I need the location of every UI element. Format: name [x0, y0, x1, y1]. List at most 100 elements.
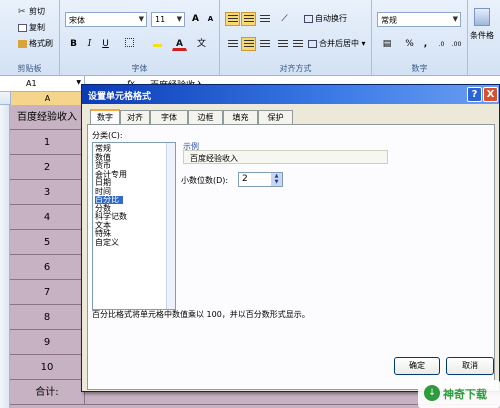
chevron-down-icon: ▼: [138, 15, 144, 23]
phonetic-button[interactable]: 文: [194, 37, 209, 51]
wrap-icon: [304, 14, 313, 23]
fill-color-button[interactable]: [150, 37, 165, 51]
grow-font-button[interactable]: A: [188, 12, 203, 26]
ribbon: ✂ 剪切 复制 格式刷 剪贴板 宋体 ▼ 11 ▼ A A B I U A 文 字体 …: [0, 0, 500, 76]
orientation-icon: ⟋: [281, 14, 288, 24]
increase-decimal-button[interactable]: .0: [434, 37, 449, 51]
decimal-places-label: 小数位数(D):: [181, 176, 229, 185]
table-row[interactable]: 5: [10, 230, 85, 255]
ok-button[interactable]: 确定: [394, 357, 440, 375]
font-name-select[interactable]: 宋体 ▼: [65, 12, 147, 27]
close-button[interactable]: X: [483, 87, 498, 102]
tab-number[interactable]: 数字: [90, 109, 120, 125]
help-button[interactable]: ?: [467, 87, 482, 102]
tab-fill[interactable]: 填充: [223, 110, 258, 124]
decrease-indent-button[interactable]: [275, 37, 290, 51]
align-right-icon: [259, 39, 270, 48]
decrease-decimal-icon: .00: [451, 41, 462, 48]
format-cells-dialog: 设置单元格格式 ? X 数字 对齐 字体 边框 填充 保护 分类(C): 常规数…: [81, 84, 500, 392]
merge-icon: [308, 39, 317, 48]
border-button[interactable]: [122, 37, 137, 51]
table-row[interactable]: 8: [10, 305, 85, 330]
category-label: 分类(C):: [92, 131, 123, 140]
chevron-down-icon: ▼: [176, 15, 182, 23]
cancel-button[interactable]: 取消: [446, 357, 494, 375]
font-size-select[interactable]: 11 ▼: [151, 12, 185, 27]
category-item[interactable]: 百分比: [95, 196, 123, 204]
decimal-spinner[interactable]: ▲ ▼: [271, 173, 282, 186]
align-center-button[interactable]: [241, 37, 256, 51]
shrink-font-button[interactable]: A: [203, 12, 218, 26]
tab-alignment[interactable]: 对齐: [120, 110, 150, 124]
currency-icon: ▤: [382, 39, 392, 49]
increase-indent-button[interactable]: [290, 37, 305, 51]
align-top-icon: [227, 14, 238, 23]
category-item[interactable]: 日期: [95, 179, 111, 187]
cut-button[interactable]: ✂ 剪切: [18, 6, 45, 17]
format-painter-button[interactable]: 格式刷: [18, 38, 53, 49]
number-tab-panel: 分类(C): 常规 数值 货币 会计专用 日期 时间 百分比 分数 科学记数 文本 特殊 自定义 示例…: [87, 124, 495, 390]
fill-bucket-icon: [153, 38, 162, 47]
spin-down-icon: ▼: [274, 179, 279, 185]
italic-button[interactable]: I: [82, 37, 97, 51]
category-item[interactable]: 科学记数: [95, 213, 127, 221]
table-row[interactable]: 6: [10, 255, 85, 280]
align-middle-button[interactable]: [241, 12, 256, 26]
align-right-button[interactable]: [257, 37, 272, 51]
cell-total[interactable]: 合计:: [10, 380, 85, 405]
align-center-icon: [243, 39, 254, 48]
dialog-title: 设置单元格格式: [82, 85, 499, 104]
category-list[interactable]: 常规 数值 货币 会计专用 日期 时间 百分比 分数 科学记数 文本 特殊 自定义: [92, 142, 176, 310]
copy-button[interactable]: 复制: [18, 22, 45, 33]
align-bottom-icon: [259, 14, 270, 23]
align-bottom-button[interactable]: [257, 12, 272, 26]
name-box[interactable]: A1 ▼: [0, 76, 85, 92]
tab-font[interactable]: 字体: [150, 110, 188, 124]
orientation-button[interactable]: ⟋: [277, 12, 292, 26]
merge-center-button[interactable]: 合并后居中 ▾: [308, 38, 366, 49]
align-left-button[interactable]: [225, 37, 240, 51]
row-header-bar: [0, 105, 10, 408]
category-item[interactable]: 特殊: [95, 230, 111, 238]
wrap-text-button[interactable]: 自动换行: [304, 13, 347, 24]
copy-icon: [18, 23, 27, 32]
align-middle-icon: [243, 14, 254, 23]
clipboard-label: 剪贴板: [17, 64, 42, 73]
bold-button[interactable]: B: [66, 37, 81, 51]
underline-button[interactable]: U: [98, 37, 113, 51]
cell-header[interactable]: 百度经验收入: [10, 105, 85, 130]
chevron-down-icon: ▼: [452, 15, 458, 23]
category-item[interactable]: 自定义: [95, 238, 119, 247]
table-row[interactable]: 7: [10, 280, 85, 305]
number-group: 常规 ▼ ▤ % , .0 .00 数字: [372, 0, 468, 76]
alignment-label: 对齐方式: [279, 64, 312, 73]
percent-button[interactable]: %: [402, 37, 417, 51]
outdent-icon: [277, 39, 288, 48]
category-item[interactable]: 常规: [95, 145, 111, 153]
table-row[interactable]: 4: [10, 205, 85, 230]
tab-protection[interactable]: 保护: [258, 110, 293, 124]
align-top-button[interactable]: [225, 12, 240, 26]
logo-text: 神奇下载: [443, 388, 487, 401]
table-row[interactable]: 2: [10, 155, 85, 180]
table-row[interactable]: 9: [10, 330, 85, 355]
comma-button[interactable]: ,: [418, 37, 433, 51]
conditional-format-button[interactable]: 条件格: [470, 30, 494, 41]
currency-button[interactable]: ▤: [377, 37, 397, 51]
format-description: 百分比格式将单元格中数值乘以 100，并以百分数形式显示。: [92, 310, 310, 319]
align-left-icon: [227, 39, 238, 48]
tab-border[interactable]: 边框: [188, 110, 223, 124]
phonetic-icon: 文: [196, 39, 206, 49]
column-header-a[interactable]: A: [10, 92, 85, 105]
font-color-button[interactable]: A: [172, 37, 187, 51]
table-row[interactable]: 3: [10, 180, 85, 205]
table-row[interactable]: 1: [10, 130, 85, 155]
styles-group: 条件格: [468, 0, 500, 76]
category-item[interactable]: 货币: [95, 162, 111, 170]
number-label: 数字: [411, 64, 428, 73]
number-format-select[interactable]: 常规 ▼: [377, 12, 461, 27]
category-scrollbar[interactable]: [166, 143, 175, 309]
decrease-decimal-button[interactable]: .00: [449, 37, 464, 51]
table-row[interactable]: 10: [10, 355, 85, 380]
indent-icon: [292, 39, 303, 48]
